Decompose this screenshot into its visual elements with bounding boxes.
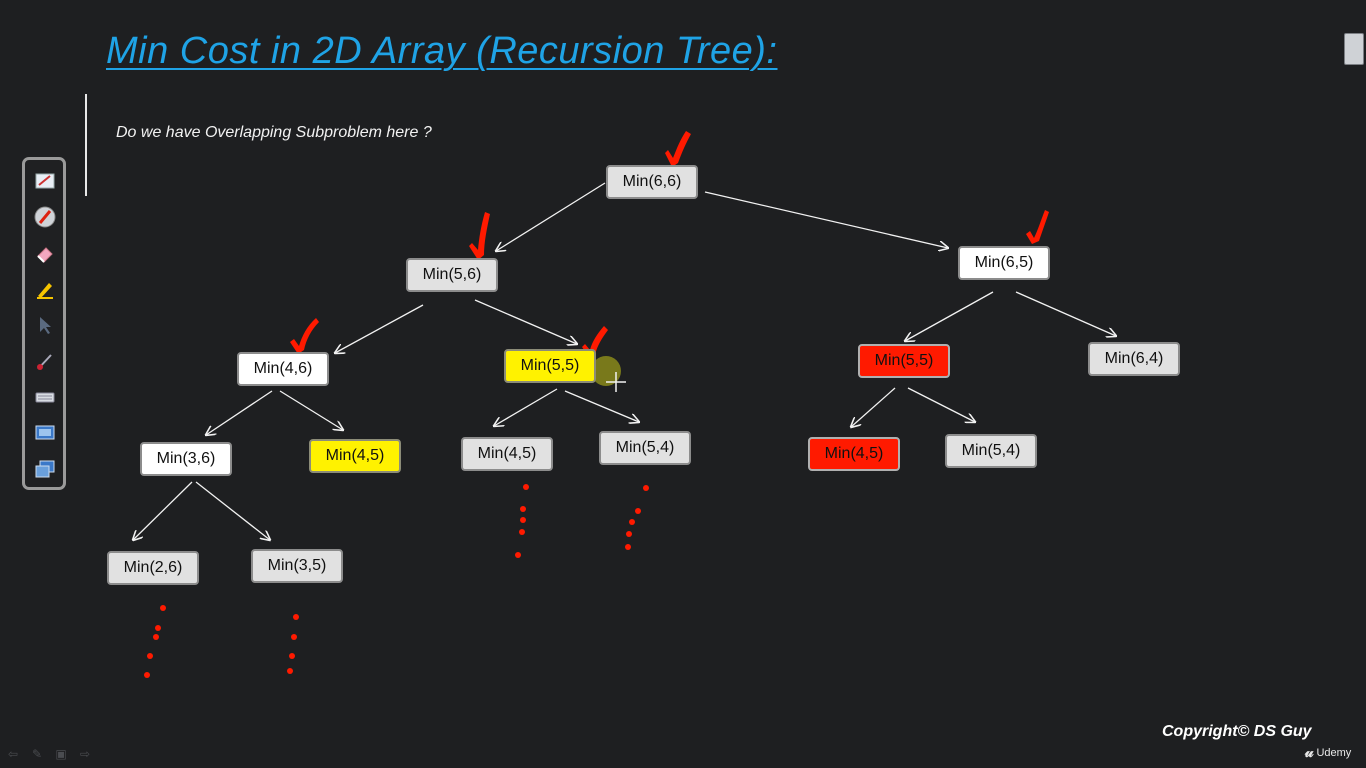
node-min-5-5-highlighted: Min(5,5) [504, 349, 596, 383]
node-min-3-6: Min(3,6) [140, 442, 232, 476]
back-arrow-icon[interactable]: ⇦ [6, 747, 20, 761]
node-min-6-6: Min(6,6) [606, 165, 698, 199]
node-min-5-4: Min(5,4) [599, 431, 691, 465]
edge-66-56 [496, 182, 606, 251]
red-check-mark [469, 212, 490, 260]
edge-56-46 [335, 304, 424, 353]
edge-55b-54 [907, 387, 975, 422]
node-min-5-6: Min(5,6) [406, 258, 498, 292]
node-min-3-5: Min(3,5) [251, 549, 343, 583]
forward-arrow-icon[interactable]: ⇨ [78, 747, 92, 761]
tree-edges-layer [0, 131, 1366, 678]
edge-55b-45 [851, 387, 896, 427]
brand-label: Udemy [1316, 746, 1352, 759]
edge-65-64 [1015, 291, 1116, 336]
red-check-mark [290, 318, 319, 354]
edge-46-36 [206, 390, 273, 435]
red-check-mark [1026, 210, 1049, 244]
node-min-2-6: Min(2,6) [107, 551, 199, 585]
node-min-6-5: Min(6,5) [958, 246, 1050, 280]
copyright-text: Copyright© DS Guy [1162, 723, 1312, 740]
node-min-4-6: Min(4,6) [237, 352, 329, 386]
edge-55-54 [564, 390, 639, 422]
udemy-brand: 𝓊 Udemy [1305, 744, 1351, 761]
edge-36-26 [133, 481, 193, 540]
slides-icon[interactable]: ▣ [54, 747, 68, 761]
pen-icon[interactable]: ✎ [30, 747, 44, 761]
edge-55-45 [494, 388, 558, 426]
edge-36-35 [195, 481, 270, 540]
node-min-4-5: Min(4,5) [461, 437, 553, 471]
node-min-4-5-repeat: Min(4,5) [808, 437, 900, 471]
node-min-6-4: Min(6,4) [1088, 342, 1180, 376]
node-min-4-5-highlighted: Min(4,5) [309, 439, 401, 473]
udemy-logo-icon: 𝓊 [1305, 744, 1314, 761]
edge-46-45 [279, 390, 343, 430]
node-min-5-4-right: Min(5,4) [945, 434, 1037, 468]
edge-65-55 [905, 291, 994, 341]
red-check-mark [665, 131, 691, 167]
edge-56-55 [474, 299, 577, 344]
edge-66-65 [704, 191, 948, 248]
slide-navigation: ⇦ ✎ ▣ ⇨ [6, 747, 92, 761]
node-min-5-5-repeat: Min(5,5) [858, 344, 950, 378]
